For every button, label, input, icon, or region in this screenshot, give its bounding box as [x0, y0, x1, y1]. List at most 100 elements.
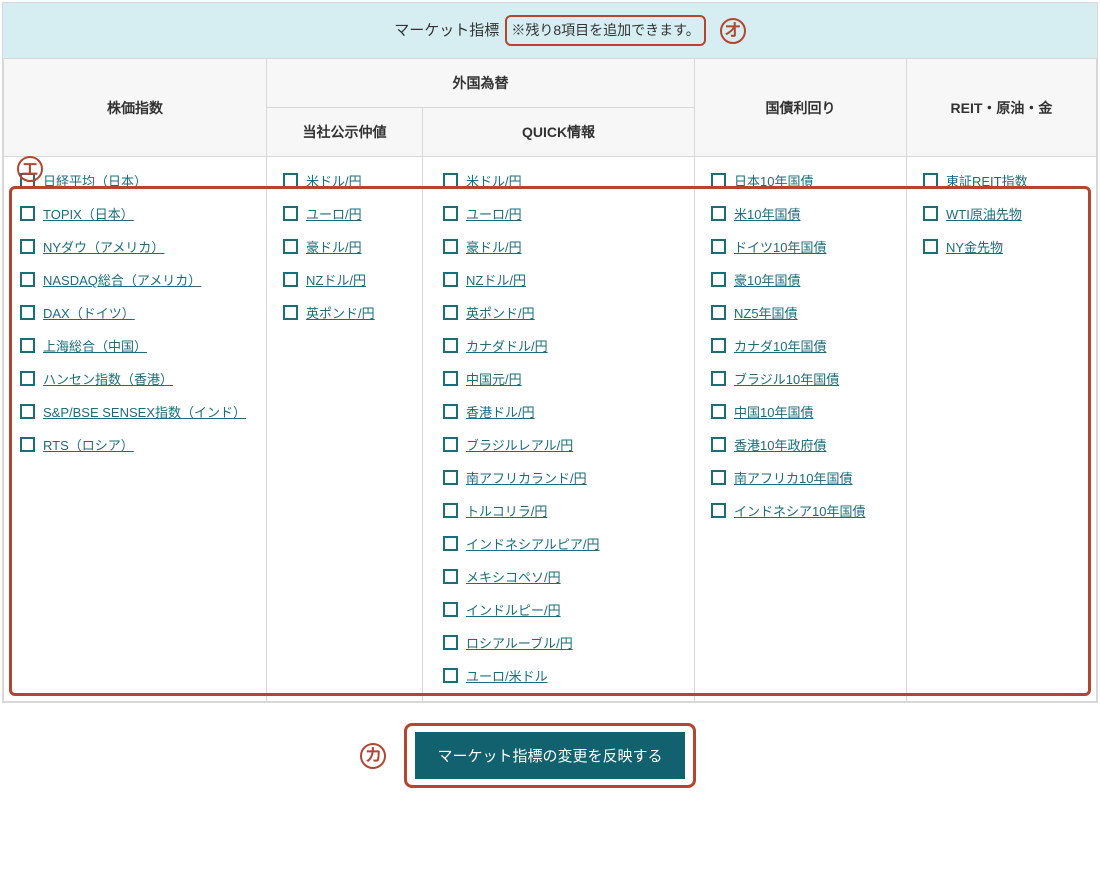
bond-link[interactable]: 中国10年国債: [734, 402, 813, 421]
checkbox[interactable]: [711, 206, 726, 221]
checkbox[interactable]: [443, 569, 458, 584]
checkbox[interactable]: [711, 371, 726, 386]
checkbox[interactable]: [20, 305, 35, 320]
bond-link[interactable]: 豪10年国債: [734, 270, 800, 289]
apply-changes-button[interactable]: マーケット指標の変更を反映する: [415, 732, 684, 779]
fx2-link[interactable]: 中国元/円: [466, 369, 522, 388]
fx2-list: 米ドル/円ユーロ/円豪ドル/円 NZドル/円英ポンド/円カナダドル/円中国元/円香…: [443, 171, 686, 685]
stock-link[interactable]: DAX（ドイツ）: [43, 303, 135, 322]
checkbox[interactable]: [443, 602, 458, 617]
fx2-item: トルコリラ/円: [443, 501, 686, 520]
fx2-link[interactable]: インドネシアルピア/円: [466, 534, 599, 553]
bond-link[interactable]: ブラジル10年国債: [734, 369, 839, 388]
checkbox[interactable]: [443, 536, 458, 551]
checkbox[interactable]: [443, 437, 458, 452]
checkbox[interactable]: [711, 173, 726, 188]
stock-link[interactable]: TOPIX（日本）: [43, 204, 134, 223]
fx2-link[interactable]: カナダドル/円: [466, 336, 548, 355]
checkbox[interactable]: [20, 371, 35, 386]
bond-link[interactable]: インドネシア10年国債: [734, 501, 865, 520]
col-header-stock: 株価指数: [4, 59, 267, 157]
checkbox[interactable]: [443, 668, 458, 683]
checkbox[interactable]: [20, 437, 35, 452]
checkbox[interactable]: [283, 206, 298, 221]
checkbox[interactable]: [283, 239, 298, 254]
callout-e: エ: [17, 156, 43, 182]
bond-link[interactable]: 米10年国債: [734, 204, 800, 223]
checkbox[interactable]: [20, 404, 35, 419]
fx1-link[interactable]: 米ドル/円: [306, 171, 362, 190]
checkbox[interactable]: [283, 272, 298, 287]
checkbox[interactable]: [443, 404, 458, 419]
checkbox[interactable]: [283, 173, 298, 188]
checkbox[interactable]: [711, 437, 726, 452]
fx2-link[interactable]: ブラジルレアル/円: [466, 435, 573, 454]
reit-link[interactable]: 東証REIT指数: [946, 171, 1028, 190]
fx2-link[interactable]: インドルピー/円: [466, 600, 561, 619]
fx1-link[interactable]: 英ポンド/円: [306, 303, 375, 322]
submit-row: カ マーケット指標の変更を反映する: [0, 705, 1100, 814]
fx2-link[interactable]: ロシアルーブル/円: [466, 633, 573, 652]
checkbox[interactable]: [443, 635, 458, 650]
fx1-link[interactable]: ユーロ/円: [306, 204, 362, 223]
fx2-item: 米ドル/円: [443, 171, 686, 190]
fx2-link[interactable]: ユーロ/円: [466, 204, 522, 223]
fx1-item: 豪ドル/円: [283, 237, 412, 256]
stock-item: TOPIX（日本）: [20, 204, 256, 223]
checkbox[interactable]: [711, 338, 726, 353]
checkbox[interactable]: [20, 239, 35, 254]
bond-link[interactable]: ドイツ10年国債: [734, 237, 826, 256]
checkbox[interactable]: [443, 338, 458, 353]
reit-link[interactable]: NY金先物: [946, 237, 1003, 256]
fx2-link[interactable]: 香港ドル/円: [466, 402, 535, 421]
stock-link[interactable]: NYダウ（アメリカ）: [43, 237, 164, 256]
fx2-link[interactable]: メキシコペソ/円: [466, 567, 561, 586]
checkbox[interactable]: [443, 239, 458, 254]
checkbox[interactable]: [711, 272, 726, 287]
checkbox[interactable]: [711, 404, 726, 419]
checkbox[interactable]: [20, 338, 35, 353]
checkbox[interactable]: [711, 305, 726, 320]
fx2-link[interactable]: NZドル/円: [466, 270, 526, 289]
fx2-item: ユーロ/円: [443, 204, 686, 223]
checkbox[interactable]: [711, 239, 726, 254]
fx2-link[interactable]: 豪ドル/円: [466, 237, 522, 256]
fx2-link[interactable]: 英ポンド/円: [466, 303, 535, 322]
bond-item: 香港10年政府債: [711, 435, 896, 454]
checkbox[interactable]: [923, 206, 938, 221]
checkbox[interactable]: [443, 206, 458, 221]
checkbox[interactable]: [443, 503, 458, 518]
bond-link[interactable]: NZ5年国債: [734, 303, 798, 322]
fx1-link[interactable]: NZドル/円: [306, 270, 366, 289]
stock-link[interactable]: 上海総合（中国）: [43, 336, 147, 355]
checkbox[interactable]: [20, 272, 35, 287]
bond-link[interactable]: 香港10年政府債: [734, 435, 826, 454]
checkbox[interactable]: [923, 173, 938, 188]
checkbox[interactable]: [443, 272, 458, 287]
checkbox[interactable]: [443, 470, 458, 485]
checkbox[interactable]: [443, 371, 458, 386]
bond-link[interactable]: カナダ10年国債: [734, 336, 826, 355]
reit-link[interactable]: WTI原油先物: [946, 204, 1022, 223]
fx2-link[interactable]: 米ドル/円: [466, 171, 522, 190]
stock-link[interactable]: ハンセン指数（香港）: [43, 369, 173, 388]
stock-link[interactable]: NASDAQ総合（アメリカ）: [43, 270, 201, 289]
checkbox[interactable]: [443, 305, 458, 320]
bond-link[interactable]: 南アフリカ10年国債: [734, 468, 852, 487]
stock-link[interactable]: 日経平均（日本）: [43, 171, 147, 190]
checkbox[interactable]: [711, 503, 726, 518]
bond-item: カナダ10年国債: [711, 336, 896, 355]
checkbox[interactable]: [283, 305, 298, 320]
stock-link[interactable]: RTS（ロシア）: [43, 435, 134, 454]
bond-link[interactable]: 日本10年国債: [734, 171, 813, 190]
checkbox[interactable]: [20, 206, 35, 221]
fx2-link[interactable]: 南アフリカランド/円: [466, 468, 587, 487]
stock-link[interactable]: S&P/BSE SENSEX指数（インド）: [43, 402, 246, 421]
stock-item: DAX（ドイツ）: [20, 303, 256, 322]
checkbox[interactable]: [443, 173, 458, 188]
checkbox[interactable]: [923, 239, 938, 254]
fx2-link[interactable]: トルコリラ/円: [466, 501, 547, 520]
fx1-link[interactable]: 豪ドル/円: [306, 237, 362, 256]
fx2-link[interactable]: ユーロ/米ドル: [466, 666, 548, 685]
checkbox[interactable]: [711, 470, 726, 485]
